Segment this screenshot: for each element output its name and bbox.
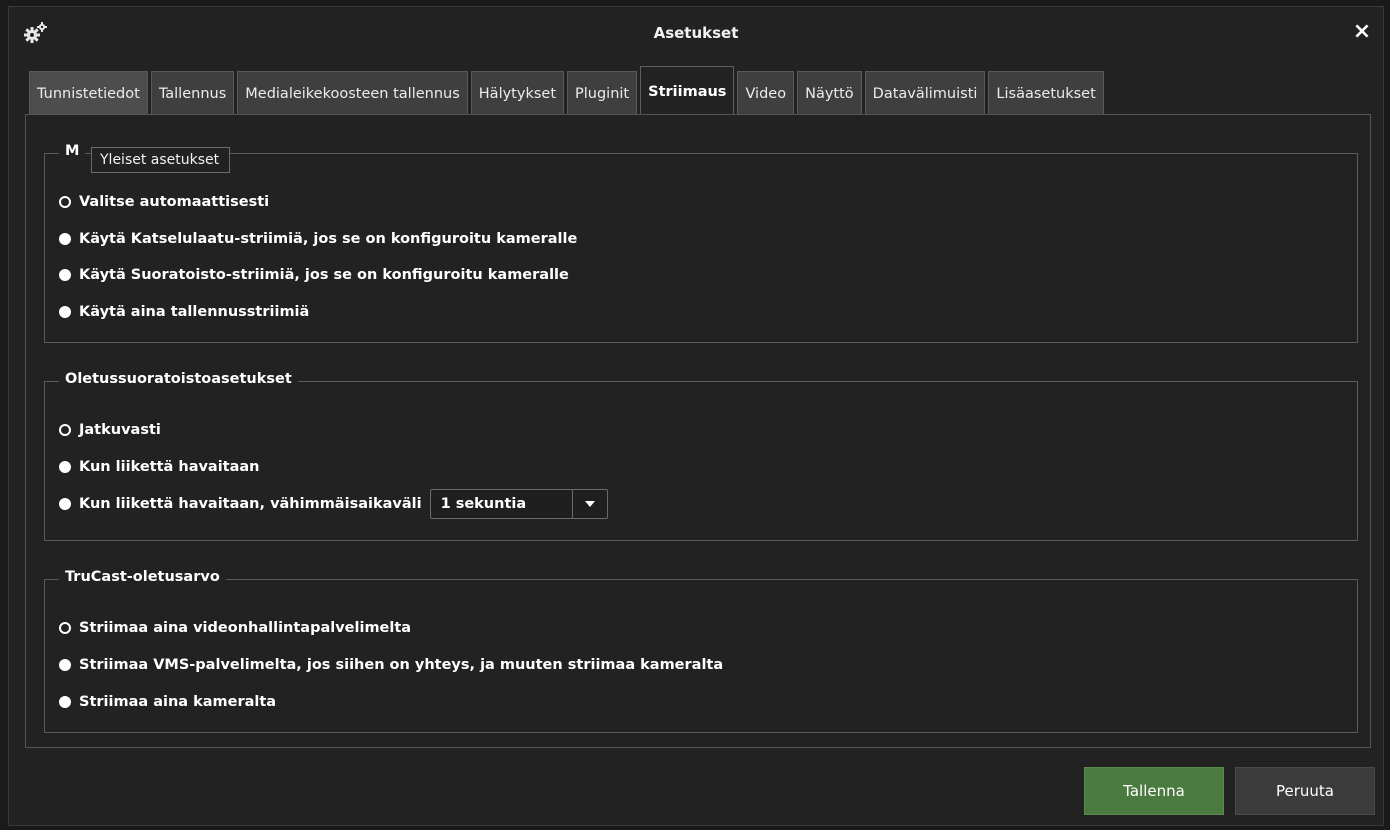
tab-bar: Tunnistetiedot Tallennus Medialeikekoost… [29, 65, 1107, 116]
tab-tunnistetiedot[interactable]: Tunnistetiedot [29, 71, 148, 115]
radio-option[interactable]: Valitse automaattisesti [59, 194, 269, 210]
tab-content-panel: Yleiset asetukset M Valitse automaattise… [25, 114, 1371, 748]
radio-icon[interactable] [59, 461, 71, 473]
radio-option[interactable]: Käytä Katselulaatu-striimiä, jos se on k… [59, 231, 577, 247]
select-value: 1 sekuntia [440, 496, 527, 512]
tab-lisaasetukset[interactable]: Lisäasetukset [988, 71, 1104, 115]
option-label: Käytä Katselulaatu-striimiä, jos se on k… [79, 231, 578, 247]
radio-selected-icon[interactable] [59, 196, 71, 208]
radio-icon[interactable] [59, 269, 71, 281]
tab-halytykset[interactable]: Hälytykset [470, 71, 565, 115]
cancel-button[interactable]: Peruuta [1235, 767, 1375, 815]
dialog-title: Asetukset [653, 24, 739, 42]
interval-select[interactable]: 1 sekuntia [429, 489, 608, 519]
option-label: Jatkuvasti [79, 422, 161, 438]
tab-naytto[interactable]: Näyttö [797, 71, 862, 115]
radio-icon[interactable] [59, 306, 71, 318]
option-label: Käytä Suoratoisto-striimiä, jos se on ko… [79, 267, 569, 283]
select-arrow[interactable] [571, 490, 607, 518]
radio-option[interactable]: Striimaa VMS-palvelimelta, jos siihen on… [59, 657, 723, 673]
chevron-down-icon [584, 501, 595, 507]
option-label: Kun liikettä havaitaan [79, 459, 260, 475]
tab-tallennus[interactable]: Tallennus [150, 71, 235, 115]
radio-icon[interactable] [59, 696, 71, 708]
radio-option[interactable]: Jatkuvasti [59, 422, 161, 438]
option-label: Kun liikettä havaitaan, vähimmäisaikaväl… [79, 496, 422, 512]
tab-pluginit[interactable]: Pluginit [567, 71, 638, 115]
default-streaming-group: Oletussuoratoistoasetukset Jatkuvasti Ku… [44, 371, 1358, 541]
close-icon[interactable]: × [1353, 19, 1371, 44]
radio-selected-icon[interactable] [59, 622, 71, 634]
tab-datavalimuisti[interactable]: Datavälimuisti [864, 71, 986, 115]
save-button[interactable]: Tallenna [1084, 767, 1224, 815]
settings-dialog: Asetukset × Tunnistetiedot Tallennus Med… [8, 6, 1384, 826]
radio-option[interactable]: Käytä Suoratoisto-striimiä, jos se on ko… [59, 267, 569, 283]
radio-option[interactable]: Käytä aina tallennusstriimiä [59, 304, 309, 320]
radio-option[interactable]: Kun liikettä havaitaan, vähimmäisaikaväl… [59, 489, 608, 519]
radio-icon[interactable] [59, 659, 71, 671]
option-label: Valitse automaattisesti [79, 194, 270, 210]
option-label: Käytä aina tallennusstriimiä [79, 304, 310, 320]
tab-medialeikekoosteen-tallennus[interactable]: Medialeikekoosteen tallennus [237, 71, 468, 115]
group-legend: Oletussuoratoistoasetukset [59, 371, 298, 387]
close-button[interactable]: × [1349, 19, 1375, 45]
radio-option[interactable]: Striimaa aina videonhallintapalvelimelta [59, 620, 411, 636]
radio-icon[interactable] [59, 498, 71, 510]
radio-option[interactable]: Striimaa aina kameralta [59, 694, 276, 710]
radio-selected-icon[interactable] [59, 424, 71, 436]
title-bar: Asetukset × [9, 7, 1383, 59]
radio-option[interactable]: Kun liikettä havaitaan [59, 459, 260, 475]
tab-striimaus[interactable]: Striimaus [640, 66, 735, 116]
trucast-group: TruCast-oletusarvo Striimaa aina videonh… [44, 569, 1358, 733]
option-label: Striimaa aina videonhallintapalvelimelta [79, 620, 412, 636]
stream-selection-group: M Valitse automaattisesti Käytä Katselul… [44, 143, 1358, 343]
radio-icon[interactable] [59, 233, 71, 245]
tab-video[interactable]: Video [737, 71, 795, 115]
group-legend: M [59, 143, 86, 159]
option-label: Striimaa VMS-palvelimelta, jos siihen on… [79, 657, 724, 673]
option-label: Striimaa aina kameralta [79, 694, 277, 710]
group-legend: TruCast-oletusarvo [59, 569, 226, 585]
tooltip: Yleiset asetukset [91, 147, 231, 173]
